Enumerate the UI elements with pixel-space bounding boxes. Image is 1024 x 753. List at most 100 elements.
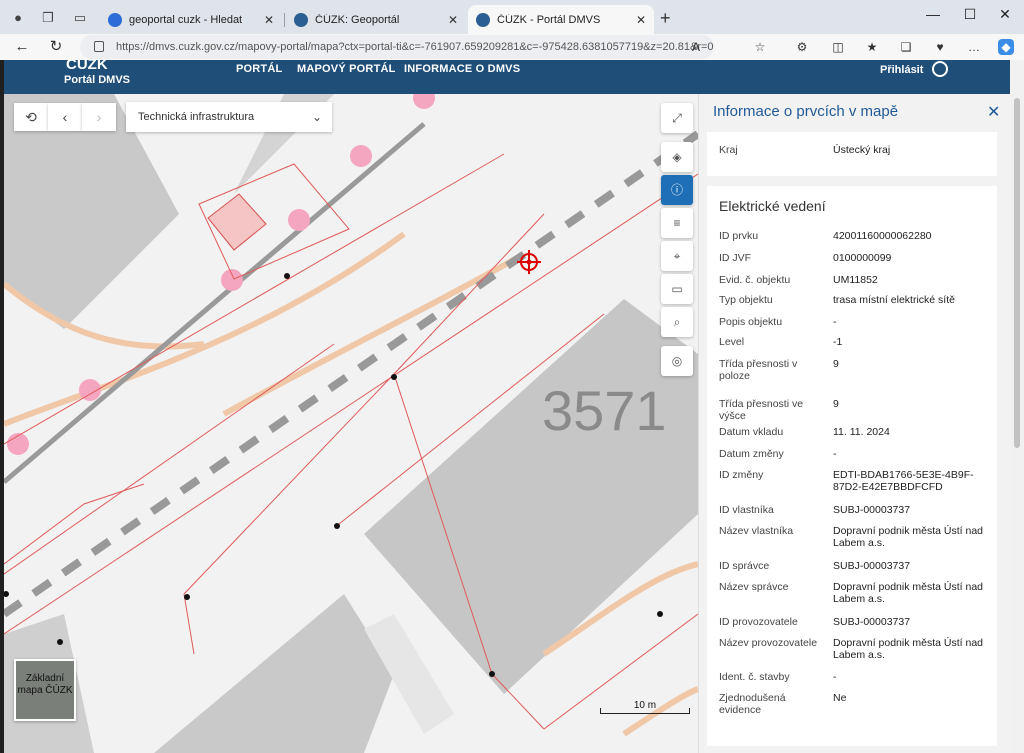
panel-title: Informace o prvcích v mapě [713,103,899,120]
building-shape [364,299,698,694]
row-label: Název vlastníka [719,525,794,537]
close-icon[interactable]: ✕ [987,102,1000,122]
maximize-button[interactable]: ☐ [955,6,985,23]
close-window-button[interactable]: ✕ [990,6,1020,23]
row-label: Třída přesnosti v poloze [719,358,798,382]
nav-portal[interactable]: PORTÁL [236,63,282,75]
split-screen-icon[interactable]: ◫ [830,39,846,55]
tab-geoportal-search[interactable]: geoportal cuzk - Hledat ✕ [100,5,282,34]
vertex-point [657,611,663,617]
new-tab-button[interactable]: + [660,8,671,29]
tab-actions-icon[interactable]: ▭ [72,10,88,26]
row-value: Ústecký kraj [833,144,891,156]
row-label: Název správce [719,581,789,593]
pole-marker [413,94,435,109]
row-label: Ident. č. stavby [719,671,790,683]
vertex-point [284,273,290,279]
user-icon[interactable] [932,61,948,77]
page: ČÚZK Portál DMVS PORTÁL MAPOVÝ PORTÁL IN… [4,60,1010,753]
copilot-icon[interactable]: ◆ [998,39,1014,55]
row-value: EDTI-BDAB1766-5E3E-4B9F-87D2-E42E7BBDFCF… [833,469,974,493]
row-value: - [833,671,837,683]
panel-scrollbar[interactable] [1010,60,1024,753]
tab-title: ČÚZK: Geoportál [315,13,400,26]
tab-portal-dmvs[interactable]: ČÚZK - Portál DMVS ✕ [468,5,654,34]
section-title: Elektrické vedení [719,198,826,214]
chevron-down-icon: ⌄ [311,110,322,124]
fullscreen-button[interactable]: ⤢ [661,103,693,133]
cuzk-logo[interactable]: ČÚZK [66,60,108,73]
row-value: SUBJ-00003737 [833,616,911,628]
measure-button[interactable]: ▭ [661,274,693,304]
minimize-button[interactable]: — [918,6,948,22]
vertex-point [489,671,495,677]
network-line [4,343,335,575]
scrollbar-thumb[interactable] [1014,98,1020,448]
tab-cuzk-geoportal[interactable]: ČÚZK: Geoportál ✕ [286,5,466,34]
row-value: 9 [833,398,839,410]
layers-button[interactable]: ◈ [661,142,693,172]
browser-essentials-icon[interactable]: ♥ [932,39,948,55]
info-button[interactable]: ⓘ [661,175,693,205]
layer-select[interactable]: Technická infrastruktura ⌄ [126,102,332,132]
feature-card: Elektrické vedení ID prvku 42001160000062… [707,186,997,746]
row-value: SUBJ-00003737 [833,560,911,572]
url-field[interactable]: https://dmvs.cuzk.gov.cz/mapovy-portal/m… [80,35,714,59]
scale-bar-line [600,708,690,714]
search-button[interactable]: ⌕ [661,307,693,337]
cuzk-favicon-icon [476,12,490,27]
row-label: Zjednodušená evidence [719,692,786,716]
read-aloud-icon[interactable]: A [688,39,704,55]
row-label: Typ objektu [719,294,773,306]
row-label: Kraj [719,144,738,156]
portal-title[interactable]: Portál DMVS [64,74,130,86]
row-value: 11. 11. 2024 [833,426,890,438]
pole-marker [350,145,372,167]
reset-view-button[interactable]: ⟲ [14,103,48,131]
more-options-icon[interactable]: … [966,39,982,55]
favorite-star-icon[interactable]: ☆ [752,39,768,55]
scale-bar: 10 m [600,700,690,714]
collections-icon[interactable]: ❏ [898,39,914,55]
location-marker-button[interactable]: ⌖ [661,241,693,271]
favorites-icon[interactable]: ★ [864,39,880,55]
row-label: ID prvku [719,230,759,242]
forward-view-button[interactable]: › [82,103,116,131]
tab-title: geoportal cuzk - Hledat [129,13,243,26]
row-value: Dopravní podnik města Ústí nad Labem a.s… [833,581,983,605]
row-label: Level [719,336,745,348]
login-link[interactable]: Přihlásit [880,64,923,76]
row-label: Název provozovatele [719,637,818,649]
close-tab-icon[interactable]: ✕ [636,13,646,27]
vertex-point [391,374,397,380]
lock-icon[interactable] [94,41,104,52]
profile-icon[interactable]: ● [10,10,26,26]
basemap-switch-button[interactable]: Základní mapa ČÚZK [14,659,76,721]
vertex-point [4,591,9,597]
cuzk-favicon-icon [294,12,308,27]
extensions-icon[interactable]: ⚙ [794,39,810,55]
row-value: 9 [833,358,839,370]
back-view-button[interactable]: ‹ [48,103,82,131]
nav-dmvs-info[interactable]: INFORMACE O DMVS [404,63,520,75]
refresh-button[interactable]: ↻ [46,37,66,57]
pole-marker [221,269,243,291]
close-tab-icon[interactable]: ✕ [264,13,274,27]
back-button[interactable]: ← [12,37,32,57]
row-label: ID provozovatele [719,616,798,628]
row-value: Ne [833,692,847,704]
row-value: Dopravní podnik města Ústí nad Labem a.s… [833,637,983,661]
workspaces-icon[interactable]: ❐ [40,10,56,26]
nav-map-portal[interactable]: MAPOVÝ PORTÁL [297,63,396,75]
legend-button[interactable]: ≡ [661,208,693,238]
network-line [4,483,145,565]
row-value: -1 [833,336,843,348]
vertex-point [334,523,340,529]
my-location-button[interactable]: ◎ [661,346,693,376]
pole-marker [288,209,310,231]
map-canvas[interactable]: 3571 ⟲ ‹ › Technická infrastruktura ⌄ ⤢ … [4,94,698,753]
row-value: 42001160000062280 [833,230,932,242]
row-label: ID vlastníka [719,504,774,516]
row-value: Dopravní podnik města Ústí nad Labem a.s… [833,525,983,549]
close-tab-icon[interactable]: ✕ [448,13,458,27]
